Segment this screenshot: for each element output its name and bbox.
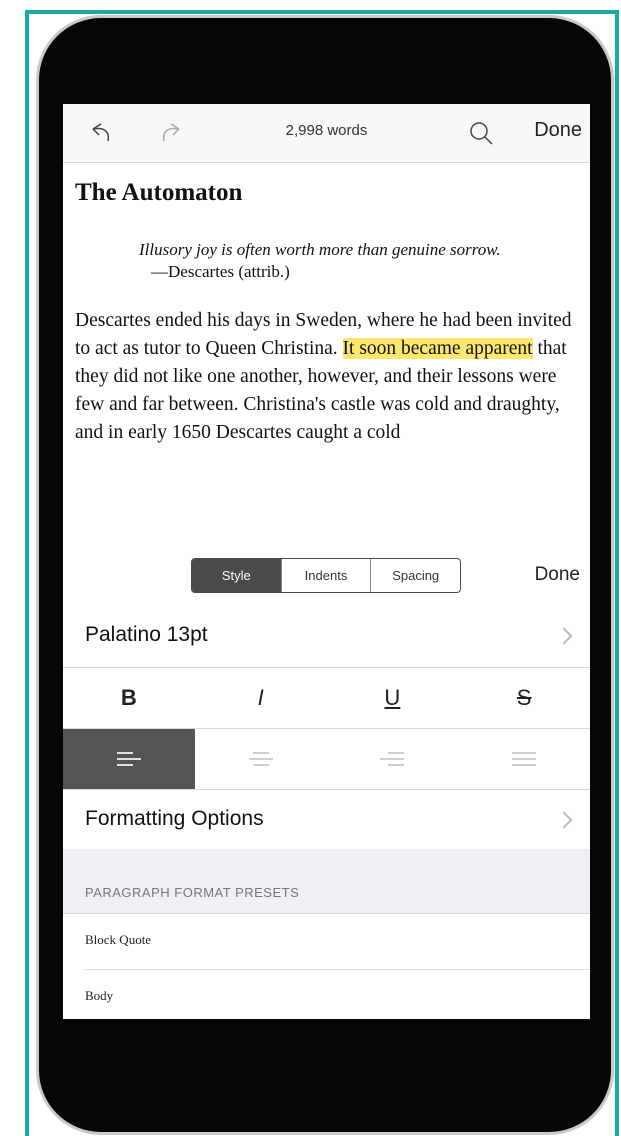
- document-title: The Automaton: [75, 179, 243, 206]
- top-toolbar: 2,998 words Done: [63, 104, 590, 163]
- chevron-right-icon: [555, 627, 573, 645]
- epigraph-quote: Illusory joy is often worth more than ge…: [139, 240, 501, 259]
- bold-button[interactable]: B: [63, 668, 195, 728]
- word-count: 2,998 words: [285, 122, 368, 139]
- formatting-options-row[interactable]: Formatting Options: [63, 790, 590, 850]
- format-done-button[interactable]: Done: [535, 564, 580, 586]
- align-justify-icon: [512, 750, 537, 768]
- align-left-button[interactable]: [63, 729, 195, 789]
- preset-label: Body: [85, 988, 114, 1003]
- alignment-row: [63, 729, 590, 790]
- app-screen: 2,998 words Done The Automaton Illusory …: [63, 104, 590, 1019]
- highlighted-text: It soon became apparent: [342, 338, 533, 359]
- chevron-right-icon: [555, 811, 573, 829]
- presets-header-label: PARAGRAPH FORMAT PRESETS: [85, 885, 300, 900]
- formatting-options-label: Formatting Options: [85, 807, 264, 830]
- font-label: Palatino 13pt: [85, 623, 208, 646]
- tab-spacing[interactable]: Spacing: [371, 559, 460, 592]
- align-center-icon: [248, 750, 273, 768]
- format-panel-header: Style Indents Spacing Done: [63, 546, 590, 605]
- tab-style[interactable]: Style: [192, 559, 282, 592]
- align-right-icon: [380, 750, 405, 768]
- preset-label: Block Quote: [85, 932, 152, 947]
- align-left-icon: [116, 750, 141, 768]
- tab-indents[interactable]: Indents: [282, 559, 372, 592]
- epigraph: Illusory joy is often worth more than ge…: [139, 239, 580, 283]
- strikethrough-button[interactable]: S: [458, 668, 590, 728]
- align-justify-button[interactable]: [458, 729, 590, 789]
- align-center-button[interactable]: [195, 729, 327, 789]
- epigraph-attribution: —Descartes (attrib.): [151, 262, 290, 281]
- font-row[interactable]: Palatino 13pt: [63, 604, 590, 668]
- search-icon[interactable]: [467, 119, 495, 147]
- body-paragraph: Descartes ended his days in Sweden, wher…: [75, 307, 580, 447]
- italic-button[interactable]: I: [195, 668, 327, 728]
- text-style-row: B I U S: [63, 668, 590, 729]
- presets-section-header: PARAGRAPH FORMAT PRESETS: [63, 849, 590, 914]
- preset-item-body[interactable]: Body: [85, 970, 590, 1019]
- document-body[interactable]: The Automaton Illusory joy is often wort…: [75, 162, 580, 546]
- align-right-button[interactable]: [327, 729, 459, 789]
- toolbar-done-button[interactable]: Done: [534, 119, 582, 142]
- preset-item-block-quote[interactable]: Block Quote: [85, 914, 590, 970]
- format-tabs: Style Indents Spacing: [191, 558, 461, 593]
- underline-button[interactable]: U: [327, 668, 459, 728]
